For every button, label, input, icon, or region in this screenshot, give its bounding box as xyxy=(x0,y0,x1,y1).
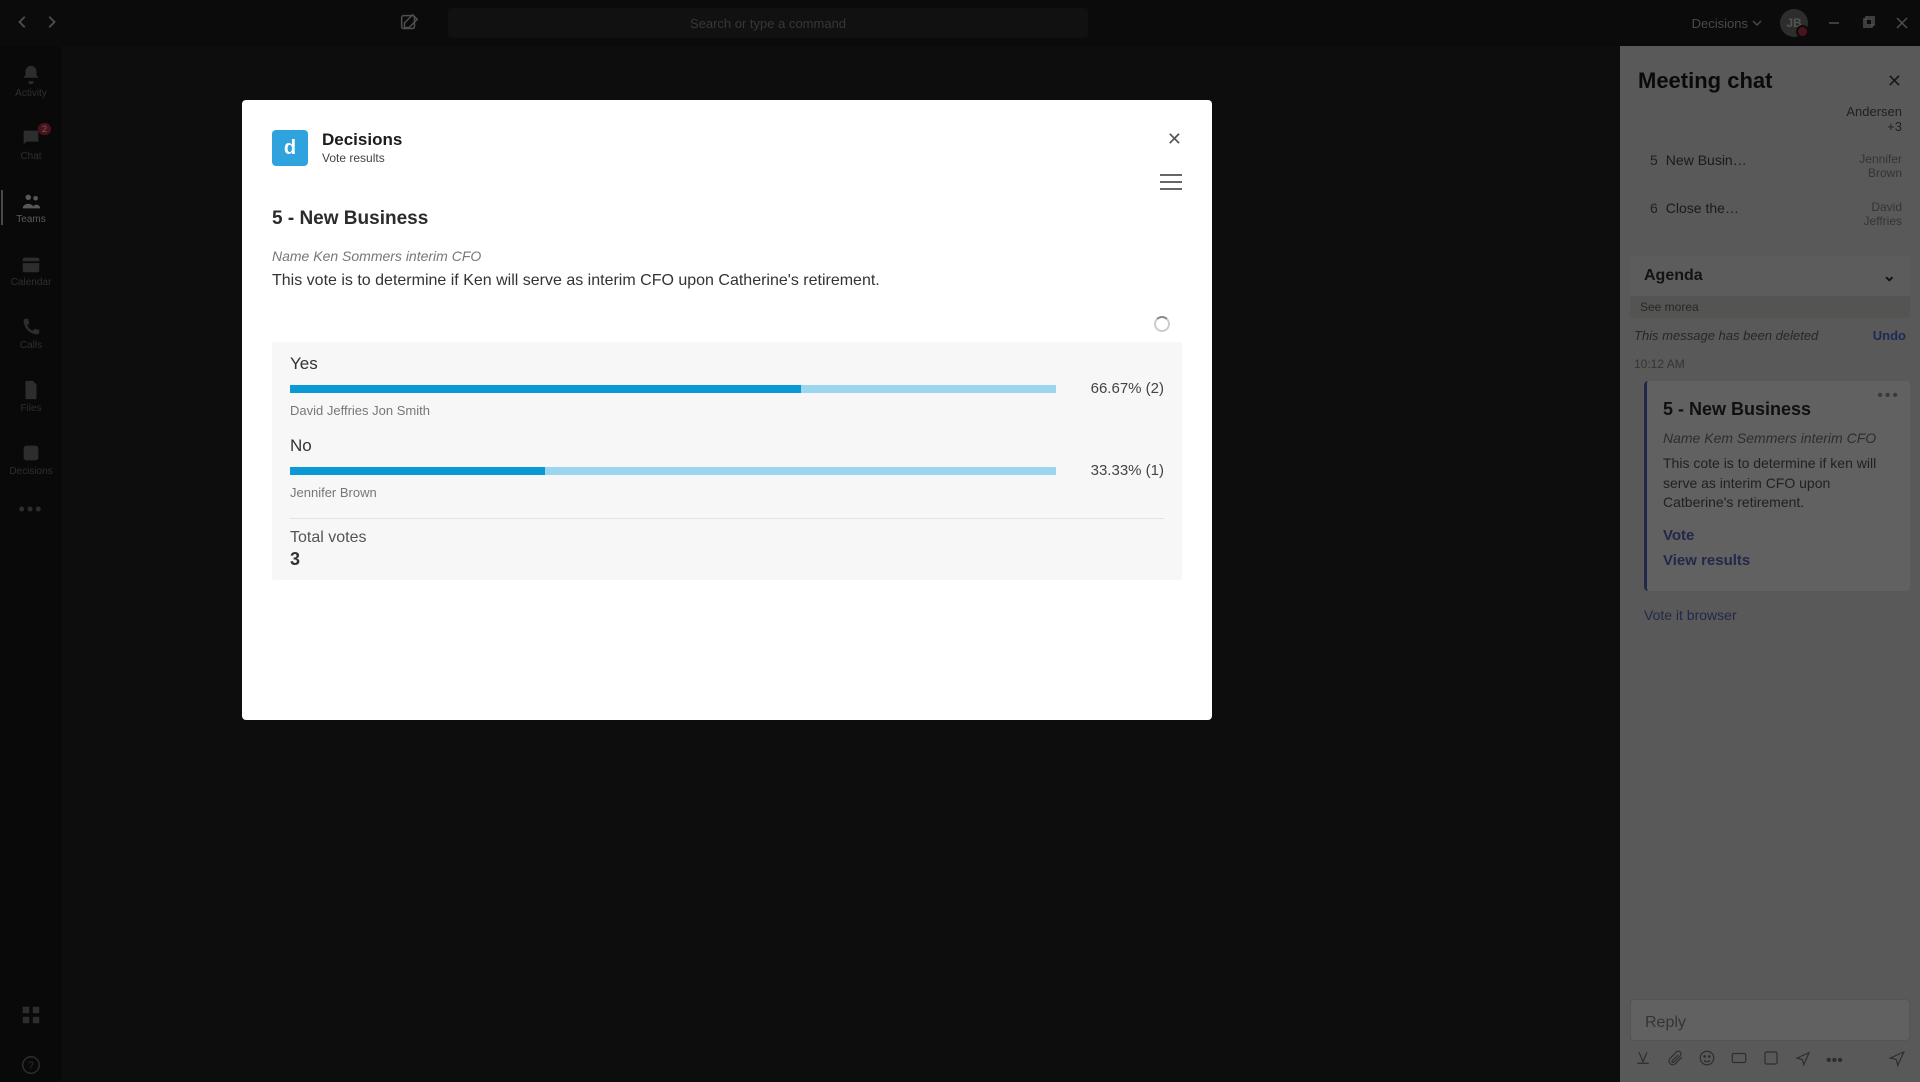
option-percent: 66.67% (2) xyxy=(1074,380,1164,397)
motion-text: Name Ken Sommers interim CFO xyxy=(272,248,1182,264)
hamburger-icon[interactable] xyxy=(1160,174,1182,190)
loading-spinner-icon xyxy=(1154,316,1170,332)
vote-option-yes: Yes 66.67% (2) David Jeffries Jon Smith xyxy=(290,354,1164,418)
brand-subtitle: Vote results xyxy=(322,151,402,165)
option-voters: Jennifer Brown xyxy=(290,485,1164,500)
total-value: 3 xyxy=(290,549,1164,570)
vote-option-no: No 33.33% (1) Jennifer Brown xyxy=(290,436,1164,500)
vote-results-modal: d Decisions Vote results ✕ 5 - New Busin… xyxy=(242,100,1212,720)
bar-fill xyxy=(290,467,545,475)
brand-icon: d xyxy=(272,130,308,166)
vote-description: This vote is to determine if Ken will se… xyxy=(272,272,1182,290)
results-block: Yes 66.67% (2) David Jeffries Jon Smith … xyxy=(272,342,1182,580)
brand-title: Decisions xyxy=(322,130,402,149)
bar-track xyxy=(290,385,1056,393)
modal-close-icon[interactable]: ✕ xyxy=(1167,130,1182,148)
total-label: Total votes xyxy=(290,529,1164,547)
option-label: Yes xyxy=(290,354,1164,374)
option-voters: David Jeffries Jon Smith xyxy=(290,403,1164,418)
option-percent: 33.33% (1) xyxy=(1074,462,1164,479)
option-label: No xyxy=(290,436,1164,456)
section-title: 5 - New Business xyxy=(272,208,1182,230)
bar-fill xyxy=(290,385,801,393)
divider xyxy=(290,518,1164,519)
bar-track xyxy=(290,467,1056,475)
